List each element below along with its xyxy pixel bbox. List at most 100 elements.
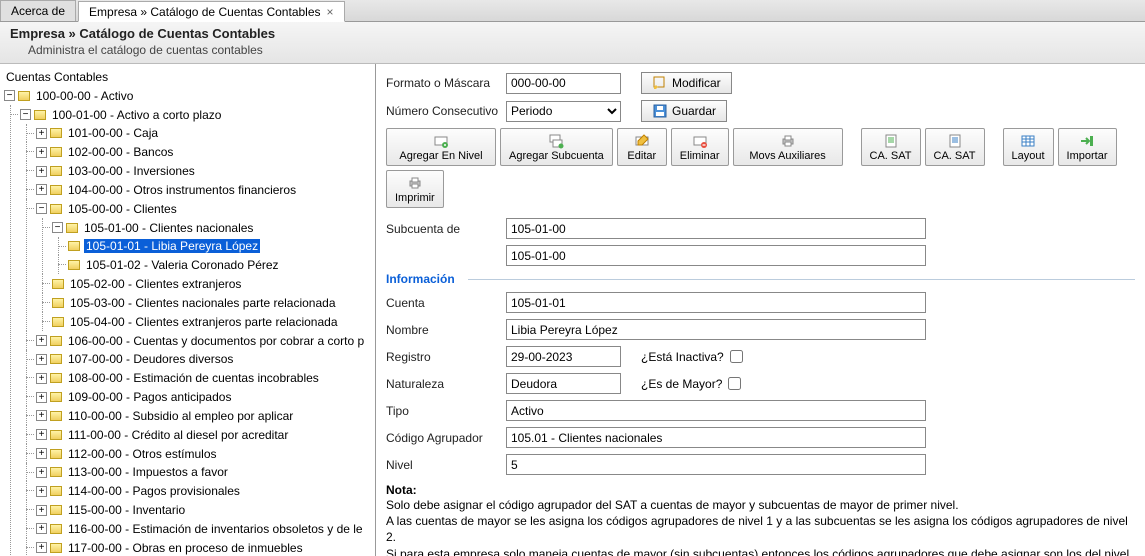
page-title: Empresa » Catálogo de Cuentas Contables [10, 26, 1135, 41]
plus-icon[interactable]: + [36, 505, 47, 516]
tree-node[interactable]: 116-00-00 - Estimación de inventarios ob… [66, 522, 365, 536]
folder-icon [52, 298, 64, 308]
folder-icon [52, 279, 64, 289]
casat2-button[interactable]: CA. SAT [925, 128, 985, 166]
plus-icon[interactable]: + [36, 392, 47, 403]
plus-icon[interactable]: + [36, 410, 47, 421]
inactiva-field: ¿Está Inactiva? [641, 350, 743, 364]
tree-node[interactable]: 109-00-00 - Pagos anticipados [66, 390, 233, 404]
tab-about[interactable]: Acerca de [0, 0, 76, 21]
document-icon [947, 133, 963, 149]
tree-node[interactable]: 108-00-00 - Estimación de cuentas incobr… [66, 371, 321, 385]
consecutivo-select[interactable]: Periodo [506, 101, 621, 122]
tipo-input[interactable] [506, 400, 926, 421]
folder-icon [34, 110, 46, 120]
tree-node[interactable]: 105-04-00 - Clientes extranjeros parte r… [68, 315, 340, 329]
movs-auxiliares-button[interactable]: Movs Auxiliares [733, 128, 843, 166]
cuenta-input[interactable] [506, 292, 926, 313]
tree-node[interactable]: 105-01-02 - Valeria Coronado Pérez [84, 258, 281, 272]
tree-node[interactable]: 107-00-00 - Deudores diversos [66, 352, 235, 366]
plus-icon[interactable]: + [36, 128, 47, 139]
naturaleza-input[interactable] [506, 373, 621, 394]
modificar-button[interactable]: Modificar [641, 72, 732, 94]
print-icon [407, 175, 423, 191]
agregar-nivel-button[interactable]: Agregar En Nivel [386, 128, 496, 166]
tree-node[interactable]: 104-00-00 - Otros instrumentos financier… [66, 183, 298, 197]
page-header: Empresa » Catálogo de Cuentas Contables … [0, 22, 1145, 64]
agregar-subcuenta-button[interactable]: Agregar Subcuenta [500, 128, 613, 166]
plus-icon[interactable]: + [36, 523, 47, 534]
folder-icon [18, 91, 30, 101]
inactiva-checkbox[interactable] [730, 350, 743, 363]
folder-icon [50, 505, 62, 515]
guardar-button[interactable]: Guardar [641, 100, 727, 122]
mayor-checkbox[interactable] [728, 377, 741, 390]
tree-node[interactable]: 103-00-00 - Inversiones [66, 164, 197, 178]
plus-icon[interactable]: + [36, 184, 47, 195]
registro-input[interactable] [506, 346, 621, 367]
editar-button[interactable]: Editar [617, 128, 667, 166]
consecutivo-label: Número Consecutivo [386, 104, 506, 118]
tree-node[interactable]: 117-00-00 - Obras en proceso de inmueble… [66, 541, 305, 555]
folder-icon [50, 185, 62, 195]
delete-icon [692, 133, 708, 149]
casat1-button[interactable]: CA. SAT [861, 128, 921, 166]
tree-node[interactable]: 112-00-00 - Otros estímulos [66, 447, 219, 461]
tab-catalogo[interactable]: Empresa » Catálogo de Cuentas Contables … [78, 1, 345, 22]
add-sub-icon [548, 133, 564, 149]
folder-icon [50, 449, 62, 459]
tree-node[interactable]: 106-00-00 - Cuentas y documentos por cob… [66, 334, 366, 348]
plus-icon[interactable]: + [36, 354, 47, 365]
importar-button[interactable]: Importar [1058, 128, 1117, 166]
tree-node[interactable]: 100-01-00 - Activo a corto plazo [50, 108, 223, 122]
agrupador-label: Código Agrupador [386, 431, 506, 445]
tree-node[interactable]: 105-02-00 - Clientes extranjeros [68, 277, 243, 291]
tree-node[interactable]: 101-00-00 - Caja [66, 126, 160, 140]
mayor-field: ¿Es de Mayor? [641, 377, 741, 391]
folder-icon [52, 317, 64, 327]
plus-icon[interactable]: + [36, 373, 47, 384]
nivel-input[interactable] [506, 454, 926, 475]
layout-button[interactable]: Layout [1003, 128, 1054, 166]
naturaleza-label: Naturaleza [386, 377, 506, 391]
add-level-icon [433, 133, 449, 149]
tree-node[interactable]: 114-00-00 - Pagos provisionales [66, 484, 242, 498]
tree-node[interactable]: 110-00-00 - Subsidio al empleo por aplic… [66, 409, 295, 423]
eliminar-button[interactable]: Eliminar [671, 128, 729, 166]
plus-icon[interactable]: + [36, 486, 47, 497]
tree-node[interactable]: 105-03-00 - Clientes nacionales parte re… [68, 296, 338, 310]
folder-icon [50, 204, 62, 214]
subcuenta-input-a[interactable] [506, 218, 926, 239]
folder-icon [50, 430, 62, 440]
tree-node-selected[interactable]: 105-01-01 - Libia Pereyra López [84, 239, 260, 253]
minus-icon[interactable]: − [4, 90, 15, 101]
plus-icon[interactable]: + [36, 467, 47, 478]
agrupador-input[interactable] [506, 427, 926, 448]
plus-icon[interactable]: + [36, 542, 47, 553]
formato-input[interactable] [506, 73, 621, 94]
nombre-input[interactable] [506, 319, 926, 340]
minus-icon[interactable]: − [20, 109, 31, 120]
tree-node[interactable]: 102-00-00 - Bancos [66, 145, 175, 159]
tree-node[interactable]: 113-00-00 - Impuestos a favor [66, 465, 230, 479]
registro-label: Registro [386, 350, 506, 364]
tree-node[interactable]: 100-00-00 - Activo [34, 89, 135, 103]
plus-icon[interactable]: + [36, 448, 47, 459]
subcuenta-input-b[interactable] [506, 245, 926, 266]
tree-node[interactable]: 111-00-00 - Crédito al diesel por acredi… [66, 428, 290, 442]
plus-icon[interactable]: + [36, 429, 47, 440]
plus-icon[interactable]: + [36, 335, 47, 346]
toolbar: Agregar En Nivel Agregar Subcuenta Edita… [386, 128, 1135, 208]
minus-icon[interactable]: − [52, 222, 63, 233]
tree-node[interactable]: 115-00-00 - Inventario [66, 503, 187, 517]
minus-icon[interactable]: − [36, 203, 47, 214]
imprimir-button[interactable]: Imprimir [386, 170, 444, 208]
tree-node[interactable]: 105-00-00 - Clientes [66, 202, 179, 216]
account-tree: −100-00-00 - Activo −100-01-00 - Activo … [0, 86, 375, 556]
folder-icon [50, 467, 62, 477]
close-icon[interactable]: × [327, 5, 334, 19]
edit-icon [634, 133, 650, 149]
plus-icon[interactable]: + [36, 166, 47, 177]
plus-icon[interactable]: + [36, 147, 47, 158]
tree-node[interactable]: 105-01-00 - Clientes nacionales [82, 221, 255, 235]
